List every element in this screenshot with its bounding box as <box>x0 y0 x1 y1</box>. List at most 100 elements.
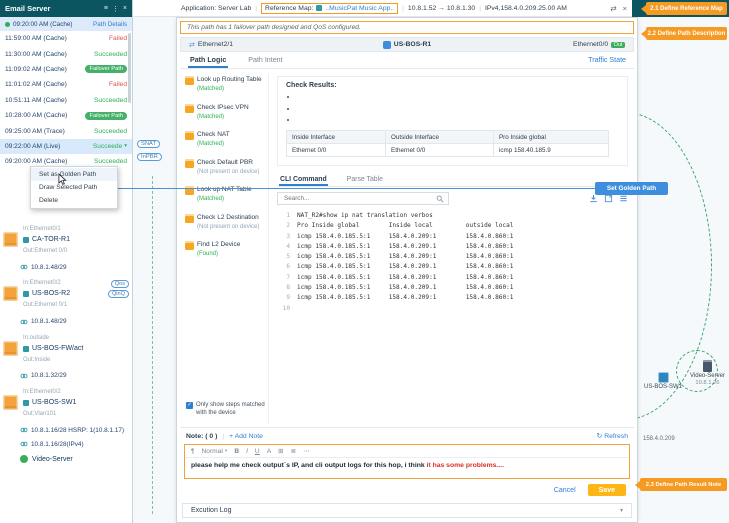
more-options-icon[interactable]: ⋮ <box>112 5 119 13</box>
tab-path-intent[interactable]: Path Intent <box>246 52 284 68</box>
history-status[interactable]: Failover Path <box>85 65 127 73</box>
hop-device[interactable]: US-BOS-R1 <box>319 41 495 49</box>
underline-icon[interactable]: U <box>255 448 260 455</box>
check-result-item <box>297 116 619 123</box>
paragraph-icon[interactable]: ¶ <box>191 448 195 455</box>
swap-icon[interactable]: ⇄ <box>610 4 616 13</box>
bold-icon[interactable]: B <box>234 448 239 455</box>
context-menu-item[interactable]: Set as Golden Path <box>31 168 117 181</box>
menu-icon[interactable]: ≡ <box>104 5 108 12</box>
path-history-row[interactable]: 11:01:02 AM (Cache) Failed ▾ <box>0 77 132 92</box>
scrollbar-thumb[interactable] <box>128 33 131 103</box>
context-menu-item[interactable]: Delete <box>31 194 117 207</box>
path-device[interactable]: In:outsideUS-BOS-FW/actOut:Inside <box>0 329 132 369</box>
close-icon[interactable]: × <box>623 4 627 13</box>
app-toolbar: Application: Server Lab | Reference Map:… <box>133 0 632 17</box>
cli-output-line: 7 icmp 158.4.0.185.5:1 158.4.0.209:1 158… <box>277 273 628 283</box>
path-link[interactable]: 10.8.1.16/28 HSRP: 1(10.8.1.17) <box>0 423 132 437</box>
path-logic-step[interactable]: Look up Routing Table (Matched) <box>185 76 268 94</box>
italic-icon[interactable]: I <box>246 448 248 455</box>
path-details-link[interactable]: Path Details <box>93 21 127 28</box>
path-logic-step[interactable]: Check Default PBR (Not present on device… <box>185 159 268 177</box>
path-device[interactable]: In:Ethernet0/1CA-TOR-R1Out:Ethernet 0/0 <box>0 220 132 260</box>
nat-table-row[interactable]: Ethernet 0/0 Ethernet 0/0 icmp 158.40.18… <box>287 144 609 157</box>
tab-path-logic[interactable]: Path Logic <box>188 52 228 68</box>
device-name-label: US-BOS-FW/act <box>32 343 83 355</box>
tab-cli-command[interactable]: CLI Command <box>279 174 328 186</box>
download-icon[interactable] <box>589 194 598 203</box>
history-status[interactable]: Failed <box>109 81 127 88</box>
chevron-down-icon[interactable]: ▾ <box>124 143 127 149</box>
align-icon[interactable]: ≣ <box>291 447 297 455</box>
path-panel-header: Email Server ≡ ⋮ × <box>0 0 132 17</box>
note-text-area[interactable]: please help me check output`s IP, and cl… <box>185 458 629 478</box>
map-node-switch[interactable]: US-BOS-SW1 <box>644 372 682 390</box>
history-status[interactable]: Succeeded <box>94 97 127 104</box>
link-subnet-label: 10.8.1.48/29 <box>31 264 67 271</box>
path-history-row[interactable]: 11:59:00 AM (Cache) Failed ▾ <box>0 31 132 46</box>
more-formats-icon[interactable]: ⋯ <box>303 447 310 455</box>
font-color-icon[interactable]: A <box>267 448 271 455</box>
history-status[interactable]: Succeeded <box>94 51 127 58</box>
path-link[interactable]: 10.8.1.48/29 <box>0 315 132 329</box>
step-icon <box>185 214 194 223</box>
save-button[interactable]: Save <box>588 484 626 496</box>
expand-icon[interactable] <box>604 194 613 203</box>
cancel-button[interactable]: Cancel <box>554 487 576 494</box>
history-status[interactable]: Succeeded <box>94 128 127 135</box>
path-logic-step[interactable]: Check IPsec VPN (Matched) <box>185 104 268 122</box>
history-status[interactable]: Succeeded <box>94 158 127 165</box>
out-interface: Out:Vlan101 <box>23 409 76 419</box>
steps-filter[interactable]: ✓ Only show steps matched with the devic… <box>185 402 268 422</box>
map-node-server[interactable]: Video-Server 10.8.1.26 <box>690 360 725 386</box>
path-device[interactable]: In:Ethernet0/2US-BOS-R2Out:Ethernet 0/1Q… <box>0 274 132 314</box>
server-icon <box>703 360 712 372</box>
device-name[interactable]: CA-TOR-R1 <box>23 234 70 246</box>
context-menu-item[interactable]: Draw Selected Path <box>31 181 117 194</box>
path-link[interactable]: 10.8.1.48/29 <box>0 260 132 274</box>
search-box[interactable] <box>277 192 449 205</box>
switch-icon <box>658 372 669 383</box>
execution-log-bar[interactable]: Excution Log ▾ <box>182 503 632 518</box>
path-history-row[interactable]: 09:25:00 AM (Trace) Succeeded ▾ <box>0 123 132 138</box>
reference-map-box[interactable]: Reference Map: ..MusicPat Music App.. <box>261 3 398 14</box>
path-device-server[interactable]: Video-Server <box>0 451 132 467</box>
path-history-row[interactable]: 10:28:00 AM (Cache) Failover Path ▾ <box>0 108 132 123</box>
checkbox-checked-icon[interactable]: ✓ <box>186 402 193 409</box>
path-link[interactable]: 10.8.1.32/29 <box>0 369 132 383</box>
search-icon[interactable] <box>436 195 444 203</box>
traffic-state-link[interactable]: Traffic State <box>588 56 626 64</box>
format-dropdown[interactable]: Normal ▾ <box>202 448 228 455</box>
device-name[interactable]: US-BOS-SW1 <box>23 397 76 409</box>
path-link[interactable]: 10.8.1.16/28(IPv4) <box>0 437 132 451</box>
path-logic-step[interactable]: Check L2 Destination (Not present on dev… <box>185 214 268 232</box>
history-status[interactable]: Failed <box>109 35 127 42</box>
refresh-link[interactable]: ↻ Refresh <box>596 432 628 440</box>
close-icon[interactable]: × <box>123 5 127 12</box>
path-logic-step[interactable]: Check NAT (Matched) <box>185 131 268 149</box>
add-note-link[interactable]: + Add Note <box>229 433 263 440</box>
tab-parse-table[interactable]: Parse Table <box>346 174 384 186</box>
step-label: Find L2 Device <box>197 241 240 249</box>
history-status[interactable]: Failover Path <box>85 112 127 120</box>
list-icon[interactable] <box>619 194 628 203</box>
device-name[interactable]: US-BOS-FW/act <box>23 343 83 355</box>
nat-table-header: Inside Interface Outside Interface Pro I… <box>287 131 609 144</box>
device-name[interactable]: US-BOS-R2 <box>23 288 70 300</box>
reference-map-value[interactable]: ..MusicPat Music App.. <box>325 5 394 12</box>
netbrain-screen: US-BOS-SW1 Video-Server 10.8.1.26 158.4.… <box>0 0 729 523</box>
path-logic-step[interactable]: Find L2 Device (Found) <box>185 241 268 259</box>
path-history-row[interactable]: 11:30:00 AM (Cache) Succeeded ▾ <box>0 46 132 61</box>
out-interface: Out:Ethernet 0/1 <box>23 300 70 310</box>
path-history-row[interactable]: 11:09:02 AM (Cache) Failover Path ▾ <box>0 62 132 77</box>
note-editor[interactable]: ¶ Normal ▾ B I U A ⊞ ≣ ⋯ please help me … <box>184 444 630 479</box>
path-device[interactable]: In:Ethernet0/2US-BOS-SW1Out:Vlan101 <box>0 383 132 423</box>
device-icon <box>3 232 18 247</box>
line-number: 9 <box>277 293 290 303</box>
search-input[interactable] <box>282 194 436 203</box>
history-status[interactable]: Succeede <box>93 143 122 150</box>
insert-table-icon[interactable]: ⊞ <box>278 447 284 455</box>
path-history-row[interactable]: 09:22:00 AM (Live) Succeede ▾ <box>0 139 132 154</box>
cli-tabs: CLI Command Parse Table <box>277 173 628 187</box>
path-history-row[interactable]: 10:51:11 AM (Cache) Succeeded ▾ <box>0 93 132 108</box>
